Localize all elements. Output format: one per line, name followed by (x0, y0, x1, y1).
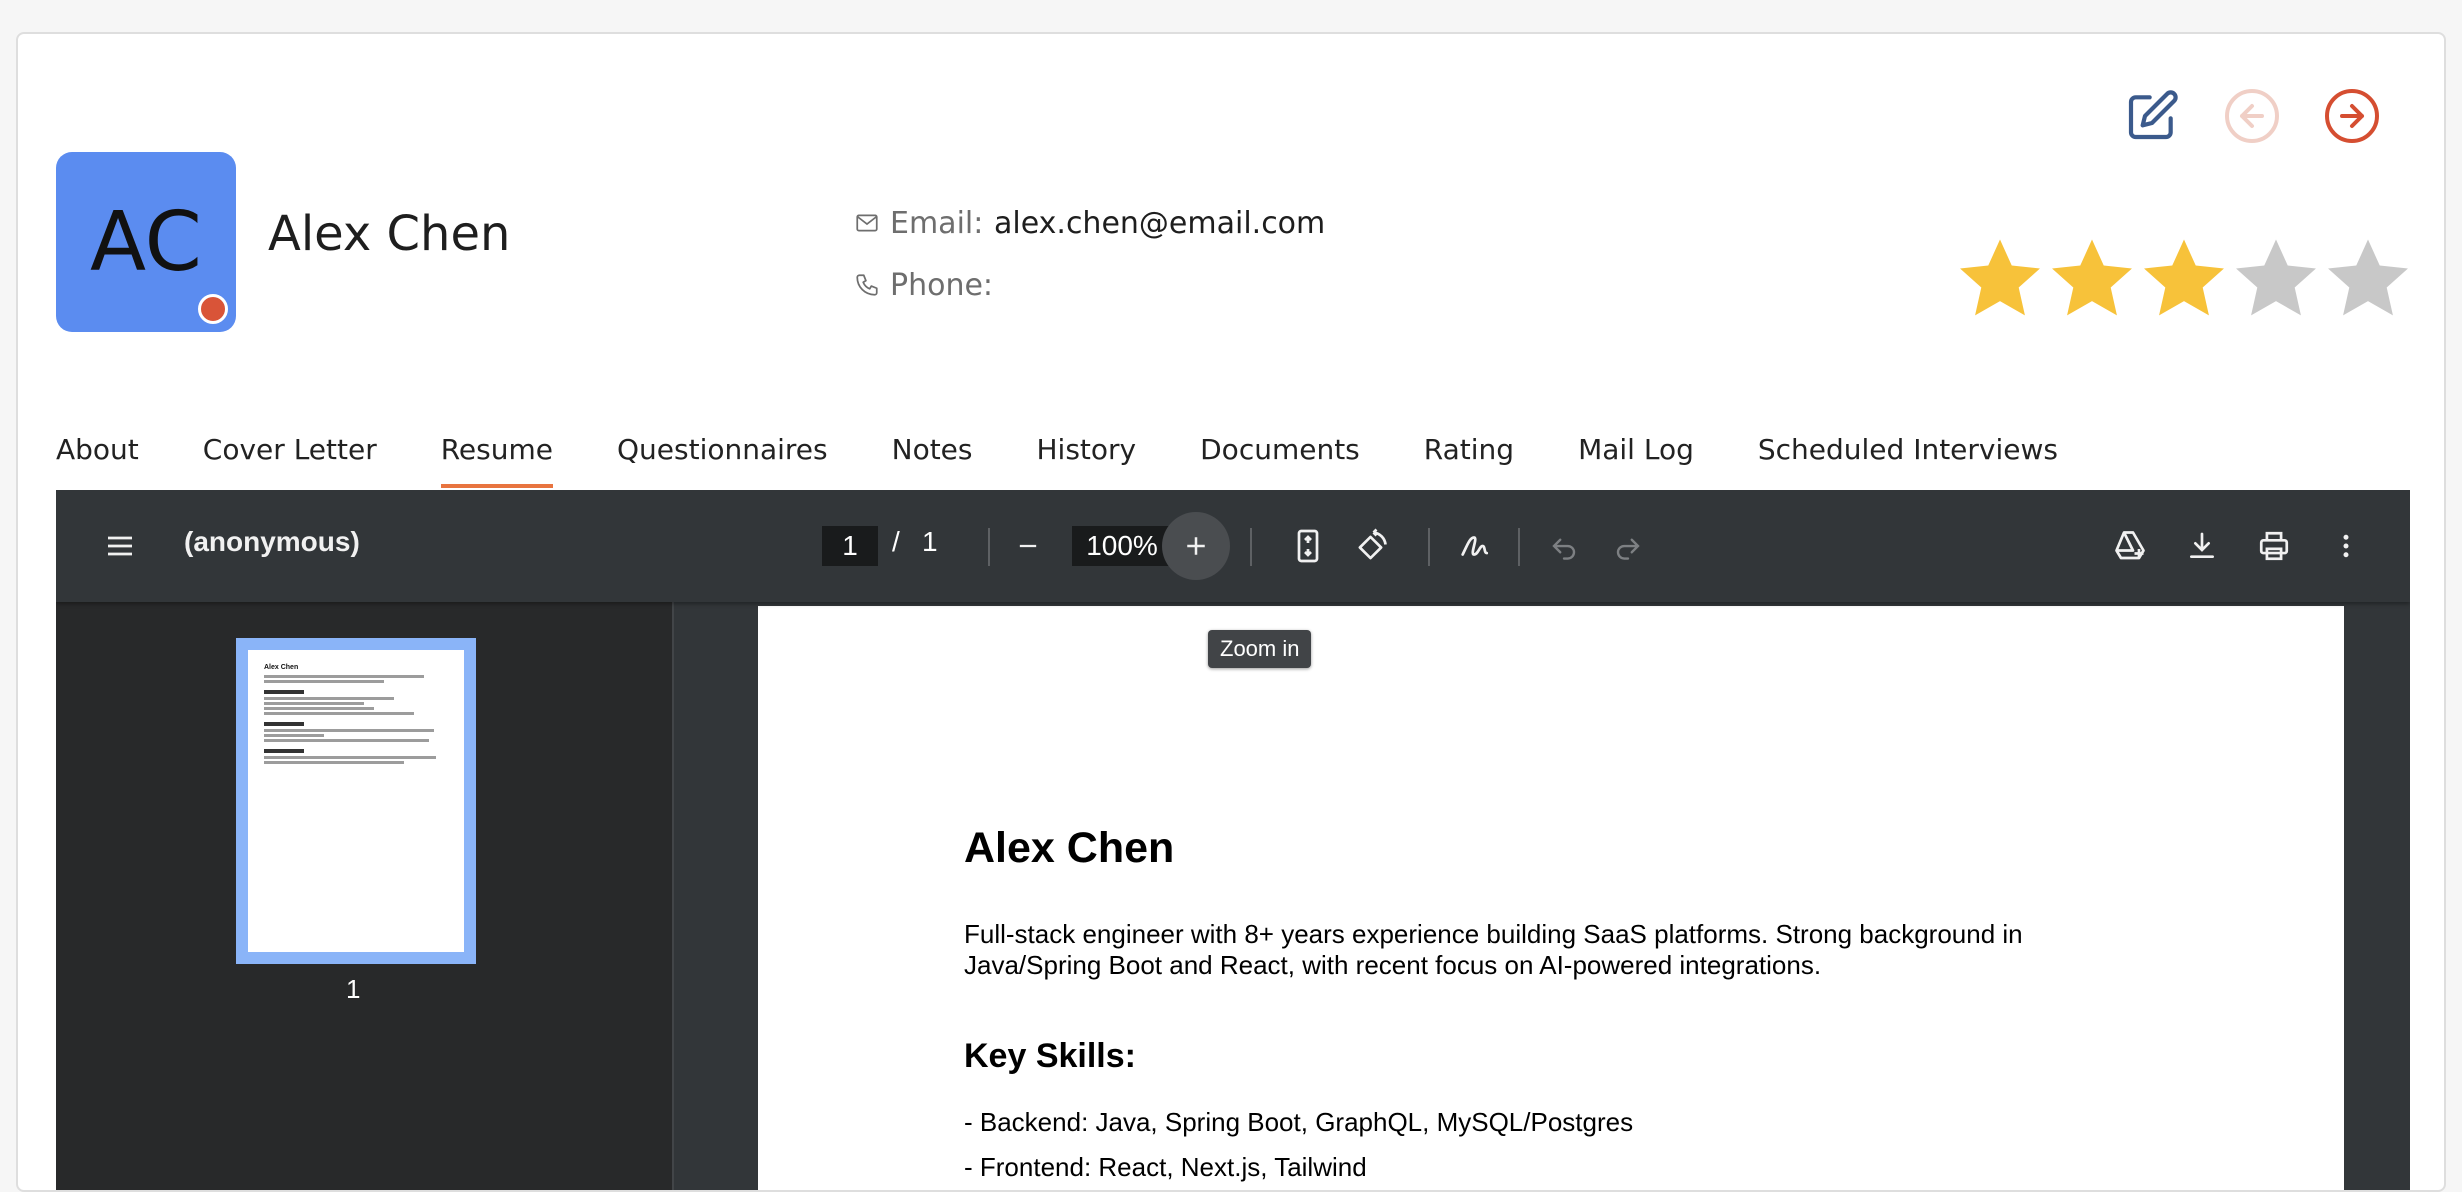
thumbnail-line (264, 690, 304, 694)
redo-icon (1616, 538, 1640, 560)
thumbnail-line (264, 761, 404, 764)
more-vertical-icon (2343, 534, 2349, 558)
pdf-page: Alex Chen Full-stack engineer with 8+ ye… (758, 606, 2344, 1190)
page-separator: / (892, 526, 900, 557)
star-icon[interactable] (2324, 234, 2412, 322)
save-to-drive-button[interactable] (2108, 524, 2152, 568)
tab-bar: About Cover Letter Resume Questionnaires Not… (56, 424, 2122, 488)
signature-icon (1461, 536, 1489, 556)
tab-notes[interactable]: Notes (892, 424, 973, 488)
skill-item: - Backend: Java, Spring Boot, GraphQL, M… (964, 1107, 1634, 1137)
page-number-input[interactable]: 1 (822, 526, 878, 566)
rotate-icon (1358, 528, 1387, 560)
star-icon[interactable] (2140, 234, 2228, 322)
skills-heading: Key Skills: (964, 1037, 1136, 1075)
toolbar-divider (1428, 528, 1430, 566)
pdf-viewer: (anonymous) 1 / 1 100% Zoom in Alex Chen… (56, 490, 2410, 1190)
avatar: AC (56, 152, 236, 332)
zoom-level-input[interactable]: 100% (1072, 526, 1172, 566)
draw-button[interactable] (1452, 524, 1496, 568)
thumbnail-line (264, 702, 364, 705)
thumbnail-line (264, 734, 324, 737)
star-icon[interactable] (1956, 234, 2044, 322)
tab-scheduled-interviews[interactable]: Scheduled Interviews (1758, 424, 2058, 488)
email-value[interactable]: alex.chen@email.com (994, 206, 1325, 241)
email-row: Email: alex.chen@email.com (854, 192, 1325, 254)
thumbnail-line (264, 712, 414, 715)
tab-about[interactable]: About (56, 424, 139, 488)
thumbnail-line (264, 707, 374, 710)
thumbnail-line (264, 756, 436, 759)
email-label: Email: (890, 205, 984, 241)
undo-button[interactable] (1544, 526, 1584, 566)
thumbnail-page-preview: Alex Chen (248, 650, 464, 952)
mail-icon (854, 209, 882, 237)
drive-add-icon (2115, 531, 2145, 560)
print-button[interactable] (2252, 524, 2296, 568)
tab-cover-letter[interactable]: Cover Letter (203, 424, 377, 488)
undo-icon (1552, 538, 1576, 560)
plus-icon (1187, 537, 1205, 555)
thumbnail-page-number: 1 (346, 974, 361, 1004)
toolbar-divider (1518, 528, 1520, 566)
phone-row: Phone: (854, 254, 1325, 316)
thumbnail-line (264, 722, 304, 726)
candidate-name: Alex Chen (268, 206, 511, 262)
thumbnail-heading: Alex Chen (264, 664, 299, 671)
more-options-button[interactable] (2324, 524, 2368, 568)
status-indicator (198, 294, 228, 324)
toolbar-divider (988, 528, 990, 566)
thumbnail-sidebar: Alex Chen 1 (56, 602, 674, 1190)
rotate-button[interactable] (1350, 524, 1394, 568)
redo-button[interactable] (1608, 526, 1648, 566)
download-button[interactable] (2180, 524, 2224, 568)
skill-item: - Frontend: React, Next.js, Tailwind (964, 1152, 1367, 1182)
star-icon[interactable] (2232, 234, 2320, 322)
download-icon (2190, 532, 2214, 558)
fit-page-button[interactable] (1288, 524, 1328, 568)
zoom-out-button[interactable] (1008, 526, 1048, 566)
edit-button[interactable] (2120, 84, 2184, 148)
pdf-toolbar: (anonymous) 1 / 1 100% (56, 490, 2410, 602)
thumbnail-line (264, 675, 424, 678)
thumbnail-line (264, 729, 434, 732)
next-candidate-button[interactable] (2320, 84, 2384, 148)
phone-icon (854, 271, 882, 299)
menu-button[interactable] (100, 526, 140, 566)
tab-history[interactable]: History (1037, 424, 1137, 488)
star-rating[interactable] (1956, 234, 2412, 322)
arrow-left-circle-icon (2225, 89, 2279, 143)
page-total: 1 (922, 526, 938, 557)
menu-icon (108, 536, 132, 556)
zoom-in-tooltip: Zoom in (1208, 630, 1312, 668)
tab-rating[interactable]: Rating (1424, 424, 1514, 488)
fit-to-page-icon (1297, 529, 1319, 563)
tab-mail-log[interactable]: Mail Log (1578, 424, 1694, 488)
document-title: (anonymous) (184, 526, 360, 557)
tab-documents[interactable]: Documents (1200, 424, 1360, 488)
print-icon (2259, 531, 2289, 561)
resume-name: Alex Chen (964, 824, 1175, 872)
resume-summary: Full-stack engineer with 8+ years experi… (964, 919, 2023, 980)
tab-questionnaires[interactable]: Questionnaires (617, 424, 828, 488)
phone-label: Phone: (890, 267, 994, 303)
page-thumbnail[interactable]: Alex Chen (236, 638, 476, 964)
thumbnail-line (264, 697, 394, 700)
top-actions (2120, 84, 2384, 148)
toolbar-divider (1250, 528, 1252, 566)
contact-info: Email: alex.chen@email.com Phone: (854, 192, 1325, 316)
thumbnail-line (264, 749, 304, 753)
arrow-right-circle-icon (2325, 89, 2379, 143)
star-icon[interactable] (2048, 234, 2136, 322)
candidate-card: AC Alex Chen Email: alex.chen@email.com … (16, 32, 2446, 1192)
previous-candidate-button[interactable] (2220, 84, 2284, 148)
thumbnail-line (264, 739, 429, 742)
minus-icon (1019, 544, 1037, 548)
thumbnail-line (264, 680, 384, 683)
edit-icon (2128, 90, 2178, 140)
tab-resume[interactable]: Resume (440, 424, 554, 488)
zoom-in-button[interactable] (1176, 526, 1216, 566)
